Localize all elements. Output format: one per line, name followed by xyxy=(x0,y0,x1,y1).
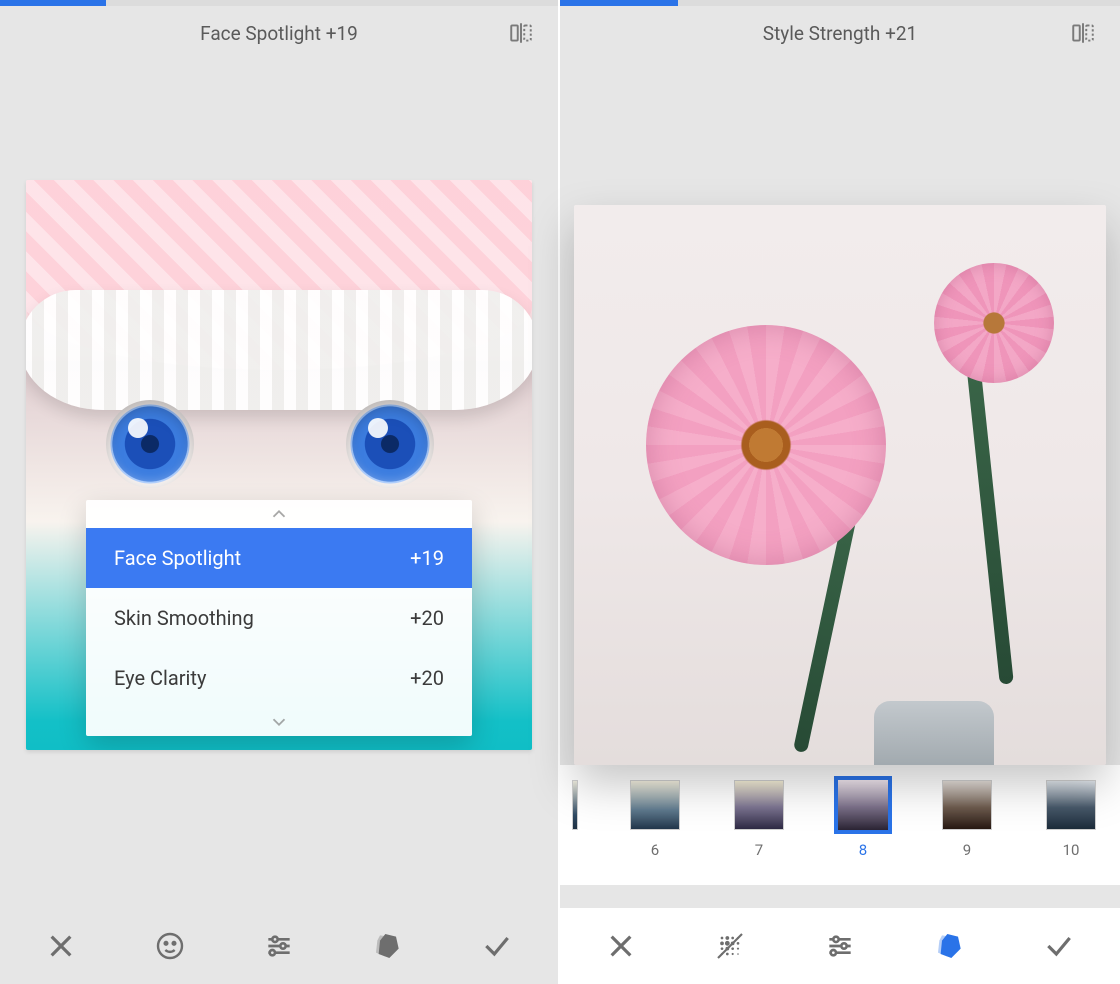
style-label: 7 xyxy=(755,841,763,859)
apply-button[interactable] xyxy=(461,919,533,973)
style-label: 9 xyxy=(963,841,971,859)
face-tool-button[interactable] xyxy=(134,919,206,973)
style-label: 10 xyxy=(1063,841,1080,859)
image-content xyxy=(574,205,1106,765)
editor-left-panel: Face Spotlight +19 Face Spotlight xyxy=(0,0,558,984)
style-swatch-icon xyxy=(1043,777,1099,833)
tune-button[interactable] xyxy=(804,919,876,973)
param-skin-smoothing[interactable]: Skin Smoothing +20 xyxy=(86,588,472,648)
bottom-toolbar xyxy=(0,908,558,984)
tune-button[interactable] xyxy=(243,919,315,973)
param-value: +20 xyxy=(410,666,444,690)
style-thumb-8[interactable]: 8 xyxy=(830,777,896,859)
header: Face Spotlight +19 xyxy=(0,6,558,60)
param-label: Skin Smoothing xyxy=(114,606,254,630)
param-face-spotlight[interactable]: Face Spotlight +19 xyxy=(86,528,472,588)
param-eye-clarity[interactable]: Eye Clarity +20 xyxy=(86,648,472,708)
image-canvas[interactable]: Face Spotlight +19 Skin Smoothing +20 Ey… xyxy=(26,180,532,750)
apply-button[interactable] xyxy=(1023,919,1095,973)
style-thumb-5[interactable] xyxy=(566,777,584,833)
styles-button[interactable] xyxy=(914,919,986,973)
style-swatch-icon xyxy=(835,777,891,833)
blur-tool-button[interactable] xyxy=(694,919,766,973)
style-thumb-10[interactable]: 10 xyxy=(1038,777,1104,859)
param-value: +20 xyxy=(410,606,444,630)
adjustment-title: Face Spotlight +19 xyxy=(200,22,358,45)
header: Style Strength +21 xyxy=(560,6,1120,60)
compare-button[interactable] xyxy=(504,16,538,50)
chevron-up-icon[interactable] xyxy=(86,500,472,528)
style-swatch-icon xyxy=(731,777,787,833)
style-thumb-7[interactable]: 7 xyxy=(726,777,792,859)
styles-strip[interactable]: 6 7 8 9 10 xyxy=(560,765,1120,885)
cancel-button[interactable] xyxy=(585,919,657,973)
param-label: Face Spotlight xyxy=(114,546,241,570)
bottom-toolbar xyxy=(560,908,1120,984)
style-swatch-icon xyxy=(569,777,581,833)
cancel-button[interactable] xyxy=(25,919,97,973)
style-swatch-icon xyxy=(939,777,995,833)
style-label: 6 xyxy=(651,841,659,859)
parameter-panel[interactable]: Face Spotlight +19 Skin Smoothing +20 Ey… xyxy=(86,500,472,736)
chevron-down-icon[interactable] xyxy=(86,708,472,736)
style-thumb-6[interactable]: 6 xyxy=(622,777,688,859)
param-value: +19 xyxy=(410,546,444,570)
param-label: Eye Clarity xyxy=(114,666,206,690)
adjustment-title: Style Strength +21 xyxy=(763,22,917,45)
editor-right-panel: Style Strength +21 xyxy=(560,0,1120,984)
styles-button[interactable] xyxy=(352,919,424,973)
style-swatch-icon xyxy=(627,777,683,833)
compare-button[interactable] xyxy=(1066,16,1100,50)
style-thumb-9[interactable]: 9 xyxy=(934,777,1000,859)
style-label: 8 xyxy=(859,841,867,859)
image-canvas[interactable] xyxy=(574,205,1106,765)
